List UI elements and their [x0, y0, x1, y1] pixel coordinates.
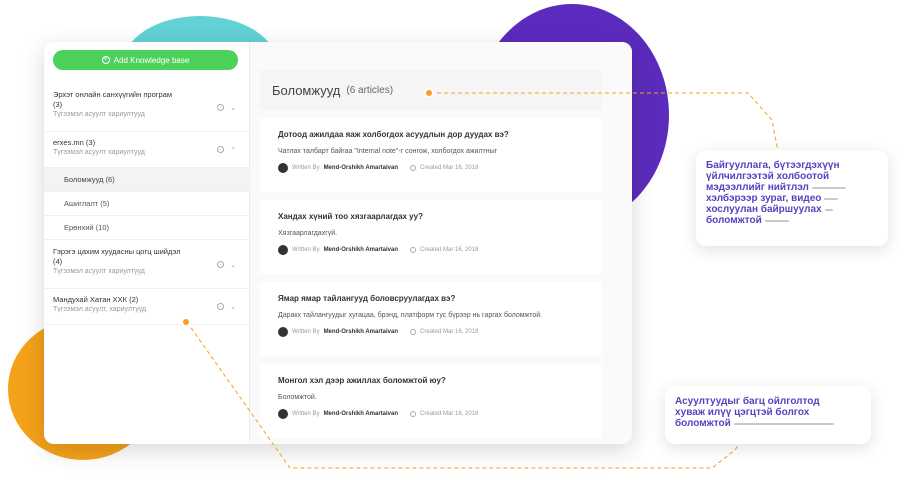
kb-count: (4): [53, 257, 63, 266]
sidebar-subitem-features[interactable]: Боломжууд (6): [44, 168, 250, 192]
written-by-label: Written By: [292, 247, 320, 253]
article-title[interactable]: Хандах хүний тоо хязгаарлагдах уу?: [278, 212, 584, 221]
article-excerpt: Боломжтой.: [278, 394, 317, 401]
created-date: Created Mar 16, 2018: [420, 329, 479, 335]
author-name: Mend-Orshikh Amartaivan: [323, 247, 399, 253]
sidebar-item-kb-4[interactable]: Мандухай Хатан ХХК (2) Түгээмэл асуулт, …: [44, 289, 250, 325]
clock-icon: [410, 165, 417, 171]
article-count: (6 articles): [346, 84, 394, 96]
article-title[interactable]: Монгол хэл дээр ажиллах боломжтой юу?: [278, 376, 584, 385]
callout-line: хослуулан байршуулах: [706, 204, 878, 215]
author-name: Mend-Orshikh Amartaivan: [323, 411, 399, 417]
article-meta: Written By Mend-Orshikh Amartaivan Creat…: [278, 327, 584, 337]
callout-line: Байгууллага, бүтээгдэхүүн: [706, 160, 840, 171]
gear-icon[interactable]: [217, 261, 225, 268]
author-name: Mend-Orshikh Amartaivan: [323, 329, 399, 335]
article-card[interactable]: Хандах хүний тоо хязгаарлагдах уу? Хязга…: [260, 200, 602, 274]
articles-panel: Боломжууд (6 articles) Дотоод ажилдаа яа…: [250, 42, 632, 444]
callout-dot-bottom: [181, 317, 191, 327]
callout-top: Байгууллага, бүтээгдэхүүн үйлчилгээтэй х…: [696, 150, 888, 246]
kb-title: Гэрэгэ цахим хуудасны цогц шийдэл: [53, 247, 181, 256]
clock-icon: [410, 411, 417, 417]
article-excerpt: Даракх тайлангуудыг хугацаа, брэнд, плат…: [278, 312, 543, 319]
callout-line: мэдээллийг нийтлэл: [706, 182, 878, 193]
article-card[interactable]: Монгол хэл дээр ажиллах боломжтой юу? Бо…: [260, 364, 602, 438]
callout-line: Асуултуудыг багц ойлголтод: [675, 396, 820, 407]
article-meta: Written By Mend-Orshikh Amartaivan Creat…: [278, 163, 584, 173]
sidebar-subitem-general[interactable]: Ерөнхий (10): [44, 216, 250, 240]
chevron-down-icon[interactable]: ⌄: [230, 303, 236, 311]
created-date: Created Mar 16, 2018: [420, 165, 479, 171]
gear-icon[interactable]: [217, 104, 225, 111]
written-by-label: Written By: [292, 411, 320, 417]
callout-dot-top: [424, 88, 434, 98]
created-date: Created Mar 16, 2018: [420, 411, 479, 417]
written-by-label: Written By: [292, 165, 320, 171]
kb-title: erxes.mn (3): [53, 138, 96, 147]
avatar: [278, 327, 288, 337]
article-title[interactable]: Дотоод ажилдаа яаж холбогдох асуудлын до…: [278, 130, 584, 139]
kb-subtitle: Түгээмэл асуулт хариултууд: [53, 268, 145, 275]
kb-count: (3): [53, 100, 63, 109]
article-meta: Written By Mend-Orshikh Amartaivan Creat…: [278, 245, 584, 255]
clock-icon: [410, 329, 417, 335]
sidebar-item-kb-3[interactable]: Гэрэгэ цахим хуудасны цогц шийдэл (4) Тү…: [44, 241, 250, 289]
add-knowledge-base-button[interactable]: + Add Knowledge base: [53, 50, 238, 70]
callout-line: хэлбэрээр зураг, видео: [706, 193, 878, 204]
sidebar-subitem-usage[interactable]: Ашиглалт (5): [44, 192, 250, 216]
callout-line: хуваж илүү цэгцтэй болгох: [675, 407, 810, 418]
kb-title: Эрхэт онлайн санхүүгийн програм: [53, 90, 172, 99]
gear-icon[interactable]: [217, 146, 225, 153]
category-title: Боломжууд: [272, 82, 341, 98]
callout-line: үйлчилгээтэй холбоотой: [706, 171, 830, 182]
avatar: [278, 245, 288, 255]
article-excerpt: Чатлах талбарт байгаа "Internal note"-г …: [278, 148, 498, 155]
chevron-down-icon[interactable]: ⌄: [230, 104, 236, 112]
kb-subtitle: Түгээмэл асуулт хариултууд: [53, 111, 145, 118]
plus-icon: +: [101, 56, 110, 64]
sidebar: + Add Knowledge base Эрхэт онлайн санхүү…: [44, 42, 250, 444]
add-knowledge-base-label: Add Knowledge base: [113, 55, 190, 65]
article-card[interactable]: Дотоод ажилдаа яаж холбогдох асуудлын до…: [260, 118, 602, 192]
callout-bottom: Асуултуудыг багц ойлголтод хуваж илүү цэ…: [665, 386, 871, 444]
article-meta: Written By Mend-Orshikh Amartaivan Creat…: [278, 409, 584, 419]
clock-icon: [410, 247, 417, 253]
callout-line: боломжтой: [675, 418, 861, 429]
kb-title: Мандухай Хатан ХХК (2): [53, 295, 139, 304]
kb-subtitle: Түгээмэл асуулт хариултууд: [53, 149, 145, 156]
chevron-down-icon[interactable]: ⌄: [230, 261, 236, 269]
avatar: [278, 163, 288, 173]
article-title[interactable]: Ямар ямар тайлангууд боловсруулагдах вэ?: [278, 294, 584, 303]
created-date: Created Mar 16, 2018: [420, 247, 479, 253]
chevron-up-icon[interactable]: ⌃: [230, 146, 236, 154]
knowledge-base-window: + Add Knowledge base Эрхэт онлайн санхүү…: [44, 42, 632, 444]
article-card[interactable]: Ямар ямар тайлангууд боловсруулагдах вэ?…: [260, 282, 602, 356]
article-excerpt: Хязгаарлагдахгүй.: [278, 230, 338, 237]
gear-icon[interactable]: [217, 303, 225, 310]
author-name: Mend-Orshikh Amartaivan: [323, 165, 399, 171]
kb-subtitle: Түгээмэл асуулт, хариултууд: [53, 306, 147, 313]
avatar: [278, 409, 288, 419]
sidebar-item-kb-1[interactable]: Эрхэт онлайн санхүүгийн програм (3) Түгэ…: [44, 84, 250, 132]
written-by-label: Written By: [292, 329, 320, 335]
sidebar-item-kb-2[interactable]: erxes.mn (3) Түгээмэл асуулт хариултууд …: [44, 132, 250, 168]
callout-line: боломжтой: [706, 215, 878, 226]
